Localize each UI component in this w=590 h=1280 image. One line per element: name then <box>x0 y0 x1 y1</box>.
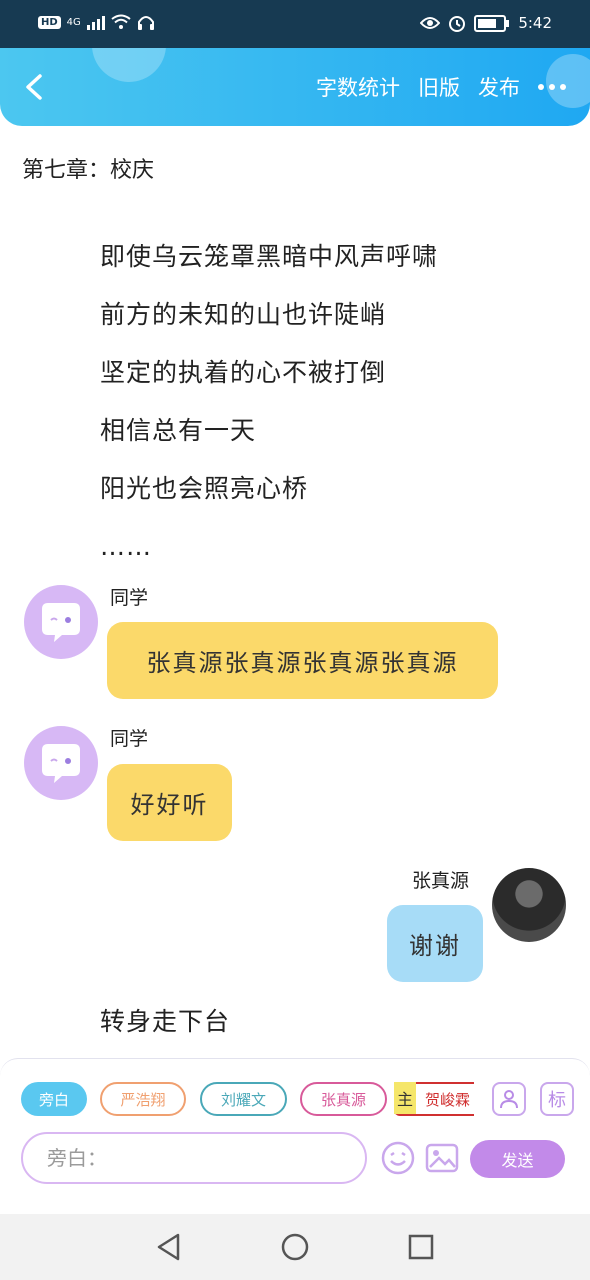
speaker-name: 同学 <box>110 587 149 609</box>
status-time: 5:42 <box>518 14 552 32</box>
role-chip-label: 贺峻霖 <box>424 1090 470 1109</box>
message-bubble: 谢谢 <box>387 905 483 982</box>
nav-recents-icon[interactable] <box>406 1232 436 1262</box>
role-chip-yan-haoxiang[interactable]: 严浩翔 <box>100 1082 186 1116</box>
speaker-name: 张真源 <box>412 870 470 892</box>
back-arrow-icon[interactable] <box>18 70 52 104</box>
lyric-line: 相信总有一天 <box>100 416 257 445</box>
chat-bubble-icon <box>42 603 80 642</box>
send-button[interactable]: 发送 <box>470 1140 565 1178</box>
person-icon <box>500 1090 518 1109</box>
wifi-icon <box>111 14 131 29</box>
status-right: 5:42 <box>420 14 552 32</box>
decorative-bubble <box>92 48 166 82</box>
chat-bubble-icon <box>42 744 80 783</box>
lyric-line: 即使乌云笼罩黑暗中风声呼啸 <box>100 242 439 271</box>
eye-icon <box>420 17 441 29</box>
role-manage-icon[interactable] <box>492 1082 526 1116</box>
old-version-button[interactable]: 旧版 <box>418 72 460 102</box>
more-options-icon[interactable] <box>538 84 566 90</box>
top-app-bar: 字数统计 旧版 发布 <box>0 48 590 126</box>
alarm-icon <box>449 16 466 32</box>
emoji-icon[interactable] <box>380 1140 416 1176</box>
main-role-tag: 主 <box>394 1082 417 1114</box>
headphones-icon <box>137 16 154 30</box>
narration-text: 转身走下台 <box>100 1007 231 1036</box>
hd-icon: HD <box>38 15 61 29</box>
header-actions: 字数统计 旧版 发布 <box>316 72 566 102</box>
status-bar: HD 4G 5:42 <box>0 0 590 48</box>
role-chip-narrator[interactable]: 旁白 <box>21 1082 87 1116</box>
nav-back-icon[interactable] <box>154 1232 184 1262</box>
mark-button[interactable]: 标 <box>540 1082 574 1116</box>
nav-home-icon[interactable] <box>280 1232 310 1262</box>
lyric-line: 阳光也会照亮心桥 <box>100 474 309 503</box>
avatar[interactable] <box>24 585 98 659</box>
role-chip-zhang-zhenyuan[interactable]: 张真源 <box>300 1082 387 1116</box>
mark-label: 标 <box>548 1090 566 1111</box>
lyric-line: …… <box>100 532 152 561</box>
image-icon[interactable] <box>424 1140 460 1176</box>
lyrics-block: 即使乌云笼罩黑暗中风声呼啸 前方的未知的山也许陡峭 坚定的执着的心不被打倒 相信… <box>100 228 438 576</box>
battery-icon <box>474 14 510 32</box>
word-count-button[interactable]: 字数统计 <box>316 72 400 102</box>
signal-icon <box>86 14 105 30</box>
network-type: 4G <box>66 16 81 28</box>
role-chip-liu-yaowen[interactable]: 刘耀文 <box>200 1082 287 1116</box>
system-nav-bar <box>0 1214 590 1280</box>
avatar-photo[interactable] <box>492 868 566 942</box>
message-bubble: 张真源张真源张真源张真源 <box>107 622 498 699</box>
narration-input[interactable] <box>21 1132 367 1184</box>
lyric-line: 坚定的执着的心不被打倒 <box>100 358 387 387</box>
message-bubble: 好好听 <box>107 764 232 841</box>
speaker-name: 同学 <box>110 728 149 750</box>
chapter-title: 第七章：校庆 <box>22 158 155 183</box>
publish-button[interactable]: 发布 <box>478 72 520 102</box>
lyric-line: 前方的未知的山也许陡峭 <box>100 300 387 329</box>
status-left: HD 4G <box>38 14 155 30</box>
avatar[interactable] <box>24 726 98 800</box>
role-chip-he-junlin[interactable]: 主 贺峻霖 <box>394 1082 474 1116</box>
